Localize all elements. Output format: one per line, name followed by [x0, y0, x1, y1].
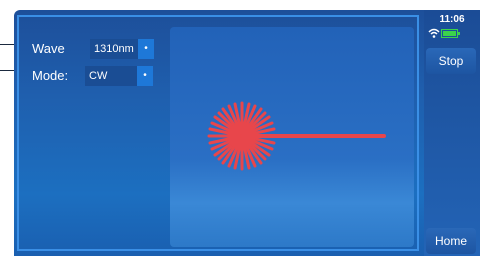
wave-label: Wave: [32, 41, 65, 56]
laser-display-panel: [170, 27, 414, 247]
mode-label: Mode:: [32, 68, 69, 83]
stop-button[interactable]: Stop: [426, 48, 476, 74]
home-button[interactable]: Home: [426, 228, 476, 254]
battery-icon: [441, 29, 460, 38]
wifi-icon: [428, 28, 440, 38]
laser-beam-icon: [207, 101, 386, 171]
device-screen: Wave 1310nm • Mode: CW •: [14, 10, 480, 256]
status-icons: [428, 27, 468, 41]
wave-dropdown-button[interactable]: •: [138, 39, 154, 59]
clock: 11:06: [439, 14, 465, 25]
right-sidebar: [424, 10, 480, 256]
mode-dropdown-button[interactable]: •: [137, 66, 153, 86]
